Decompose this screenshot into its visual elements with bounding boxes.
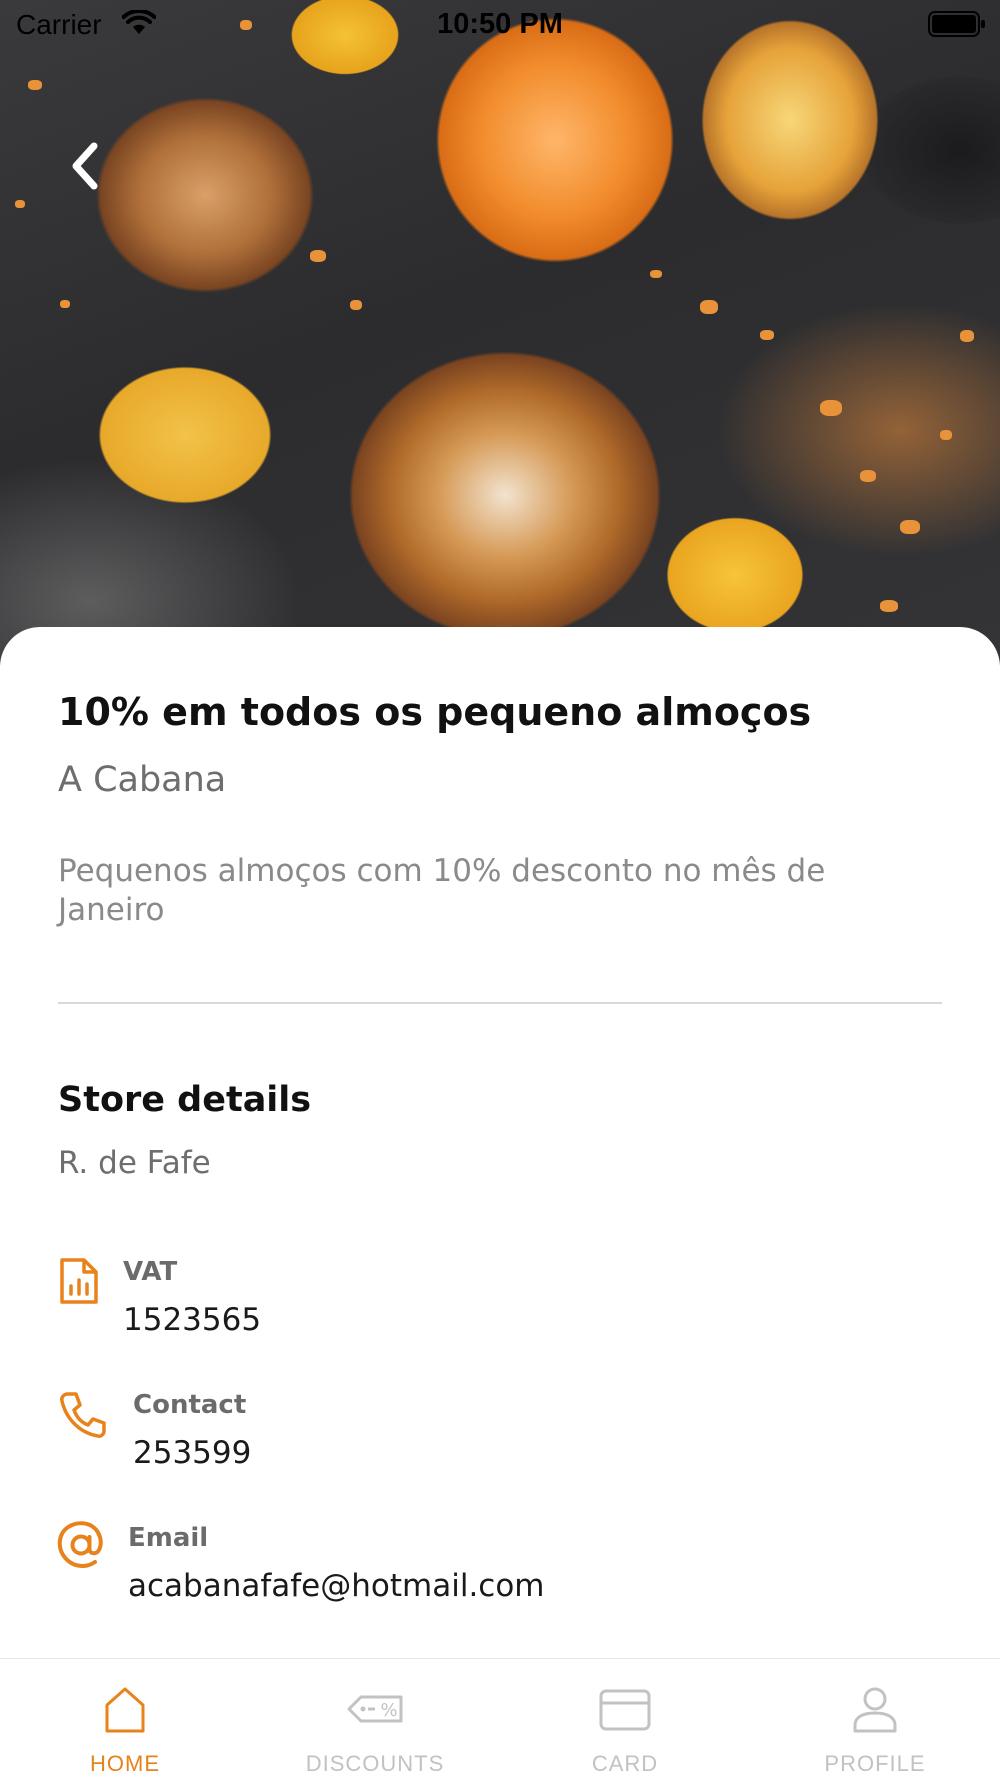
- tab-profile-label: PROFILE: [824, 1751, 926, 1776]
- hero-food-image: [0, 0, 1000, 665]
- offer-title: 10% em todos os pequeno almoços: [58, 690, 812, 734]
- at-sign-icon: [57, 1521, 103, 1569]
- vat-value: 1523565: [123, 1302, 262, 1338]
- tab-discounts[interactable]: % DISCOUNTS: [250, 1659, 500, 1779]
- tab-card-label: CARD: [591, 1751, 659, 1776]
- store-address: R. de Fafe: [58, 1145, 211, 1181]
- discount-tag-icon: %: [347, 1695, 403, 1723]
- divider: [58, 1002, 942, 1004]
- contact-label: Contact: [133, 1390, 247, 1420]
- vat-label: VAT: [123, 1257, 178, 1287]
- card-icon: [599, 1689, 651, 1731]
- tab-discounts-label: DISCOUNTS: [305, 1751, 445, 1776]
- offer-description: Pequenos almoços com 10% desconto no mês…: [58, 853, 826, 928]
- back-button[interactable]: [62, 136, 112, 196]
- tab-profile[interactable]: PROFILE: [750, 1659, 1000, 1779]
- home-icon: [105, 1687, 145, 1733]
- battery-icon: [928, 11, 985, 37]
- svg-text:%: %: [380, 1700, 397, 1721]
- status-bar: Carrier 10:50 PM: [0, 0, 1000, 50]
- tab-home[interactable]: HOME: [0, 1659, 250, 1779]
- contact-value[interactable]: 253599: [133, 1435, 251, 1471]
- tab-home-label: HOME: [90, 1751, 160, 1776]
- profile-icon: [853, 1687, 897, 1733]
- clock: 10:50 PM: [437, 8, 563, 40]
- chevron-left-icon: [72, 142, 98, 190]
- email-value[interactable]: acabanafafe@hotmail.com: [128, 1568, 545, 1604]
- document-chart-icon: [60, 1258, 98, 1304]
- store-details-heading: Store details: [58, 1080, 312, 1120]
- tab-bar: HOME % DISCOUNTS CARD PROFILE: [0, 1658, 1000, 1779]
- store-name: A Cabana: [58, 760, 227, 800]
- phone-icon: [60, 1392, 106, 1438]
- email-label: Email: [128, 1523, 209, 1553]
- tab-card[interactable]: CARD: [500, 1659, 750, 1779]
- crumb-texture: [0, 0, 1000, 665]
